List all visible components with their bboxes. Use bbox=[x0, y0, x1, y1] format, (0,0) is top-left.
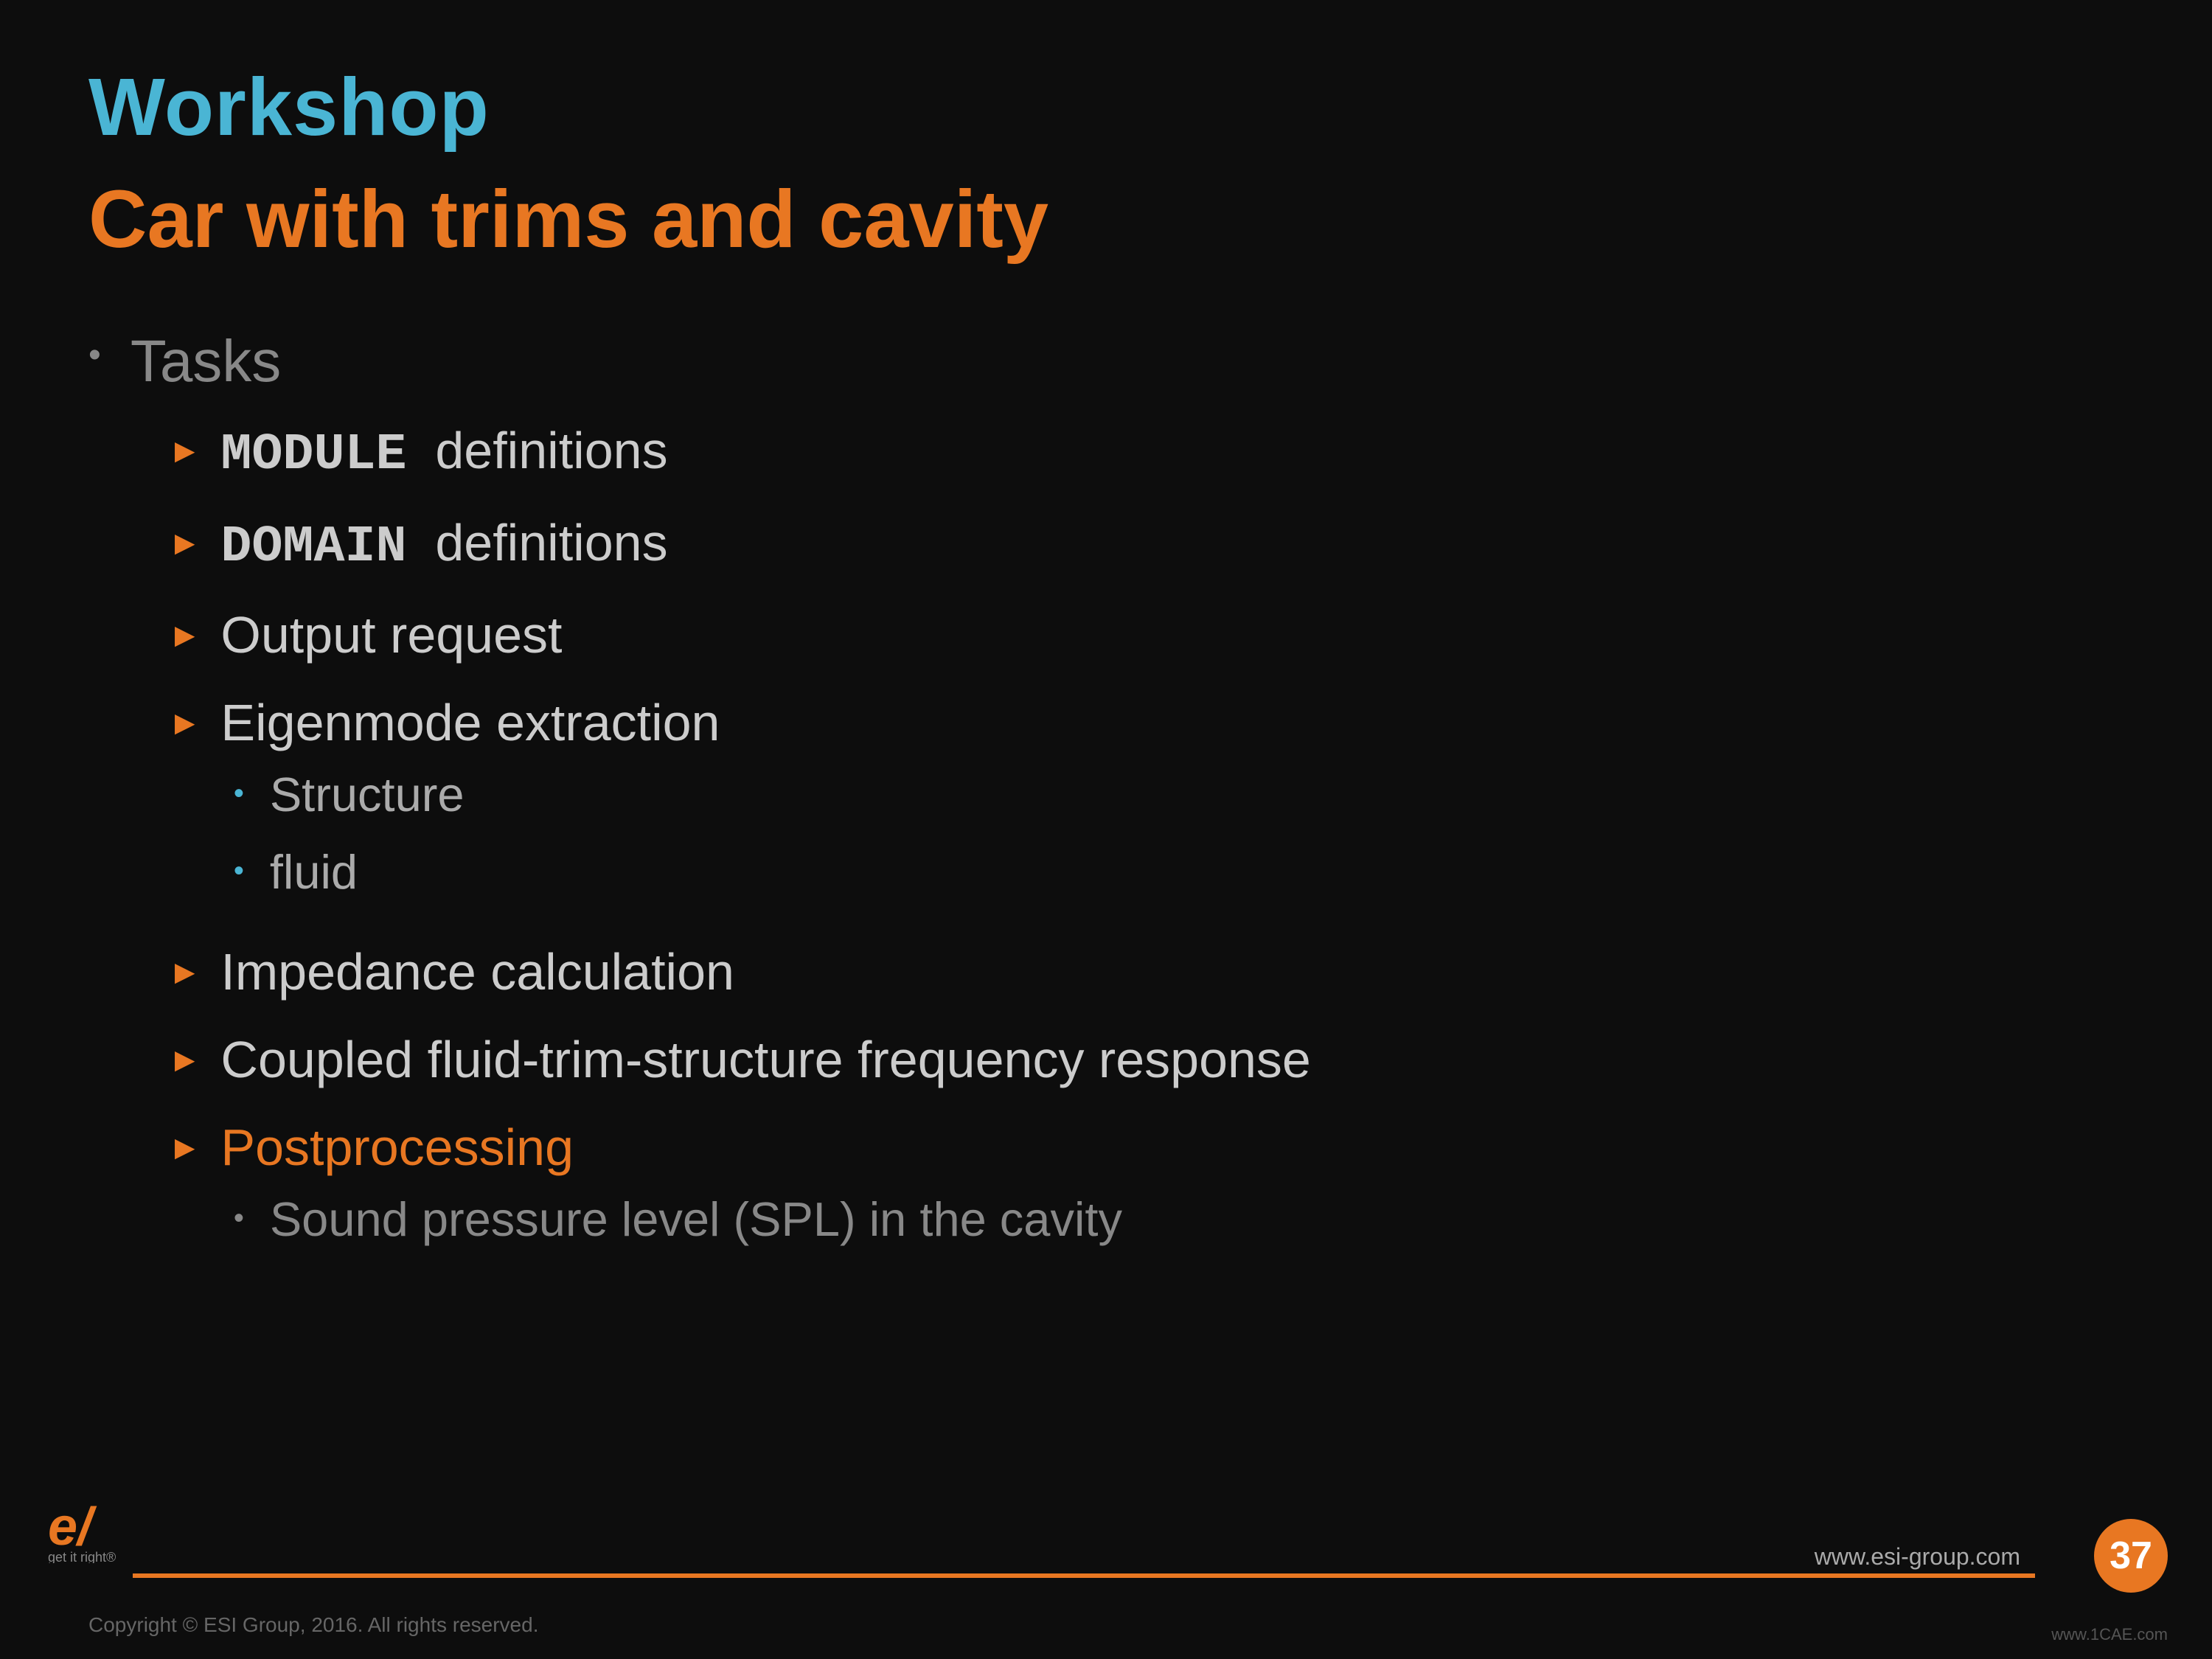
structure-text: Structure bbox=[270, 764, 465, 827]
list-item-output: ▸ Output request bbox=[175, 602, 1311, 669]
bullet-circle-icon: • bbox=[88, 335, 101, 375]
title-workshop: Workshop bbox=[88, 59, 2124, 156]
eigenmode-text: Eigenmode extraction bbox=[220, 689, 720, 757]
footer-logo: e/ get it right® bbox=[44, 1489, 147, 1563]
footer: e/ get it right® www.esi-group.com 37 Co… bbox=[0, 1556, 2212, 1659]
domain-text: DOMAIN definitions bbox=[220, 509, 667, 581]
list-item-structure: • Structure bbox=[234, 764, 465, 827]
sub-list: ▸ MODULE definitions ▸ DOMAIN definition… bbox=[131, 417, 1311, 1266]
title-subtitle: Car with trims and cavity bbox=[88, 171, 2124, 268]
eigenmode-sublist: • Structure • fluid bbox=[175, 764, 465, 918]
domain-keyword: DOMAIN bbox=[220, 518, 406, 577]
coupled-text: Coupled fluid-trim-structure frequency r… bbox=[220, 1026, 1310, 1093]
page-number-badge: 37 bbox=[2094, 1519, 2168, 1593]
list-item-postprocessing: ▸ Postprocessing • Sound pressure level … bbox=[175, 1114, 1311, 1266]
list-item-module: ▸ MODULE definitions bbox=[175, 417, 1311, 489]
copyright-text: Copyright © ESI Group, 2016. All rights … bbox=[88, 1613, 538, 1637]
list-item-spl: • Sound pressure level (SPL) in the cavi… bbox=[234, 1189, 1122, 1251]
arrow-icon-output: ▸ bbox=[175, 608, 195, 661]
watermark-text: www.1CAE.com bbox=[2051, 1625, 2168, 1644]
postprocessing-text: Postprocessing bbox=[220, 1114, 574, 1181]
dot-icon-spl: • bbox=[234, 1199, 244, 1237]
footer-website: www.esi-group.com bbox=[1815, 1543, 2020, 1571]
arrow-icon-coupled: ▸ bbox=[175, 1032, 195, 1085]
arrow-icon-domain: ▸ bbox=[175, 515, 195, 568]
list-item-fluid: • fluid bbox=[234, 841, 465, 904]
postprocessing-sublist: • Sound pressure level (SPL) in the cavi… bbox=[175, 1189, 1122, 1266]
module-keyword: MODULE bbox=[220, 426, 406, 484]
esi-logo-svg: e/ get it right® bbox=[44, 1489, 147, 1563]
arrow-icon-eigenmode: ▸ bbox=[175, 695, 195, 748]
top-level-tasks: • Tasks ▸ MODULE definitions ▸ bbox=[88, 327, 2124, 1287]
list-item-impedance: ▸ Impedance calculation bbox=[175, 939, 1311, 1006]
output-text: Output request bbox=[220, 602, 562, 669]
content-area: • Tasks ▸ MODULE definitions ▸ bbox=[88, 327, 2124, 1287]
svg-text:get it right®: get it right® bbox=[48, 1550, 116, 1563]
dot-icon-fluid: • bbox=[234, 852, 244, 890]
arrow-icon-module: ▸ bbox=[175, 423, 195, 476]
list-item-coupled: ▸ Coupled fluid-trim-structure frequency… bbox=[175, 1026, 1311, 1093]
tasks-label: Tasks bbox=[131, 327, 1311, 395]
svg-text:e/: e/ bbox=[48, 1498, 97, 1557]
dot-icon-structure: • bbox=[234, 774, 244, 813]
module-text: MODULE definitions bbox=[220, 417, 667, 489]
fluid-text: fluid bbox=[270, 841, 358, 904]
arrow-icon-impedance: ▸ bbox=[175, 945, 195, 998]
spl-text: Sound pressure level (SPL) in the cavity bbox=[270, 1189, 1122, 1251]
arrow-icon-postprocessing: ▸ bbox=[175, 1120, 195, 1173]
list-item-eigenmode: ▸ Eigenmode extraction • Structure • flu… bbox=[175, 689, 1311, 918]
list-item-domain: ▸ DOMAIN definitions bbox=[175, 509, 1311, 581]
footer-line bbox=[133, 1573, 2035, 1578]
slide-container: Workshop Car with trims and cavity • Tas… bbox=[0, 0, 2212, 1659]
impedance-text: Impedance calculation bbox=[220, 939, 734, 1006]
